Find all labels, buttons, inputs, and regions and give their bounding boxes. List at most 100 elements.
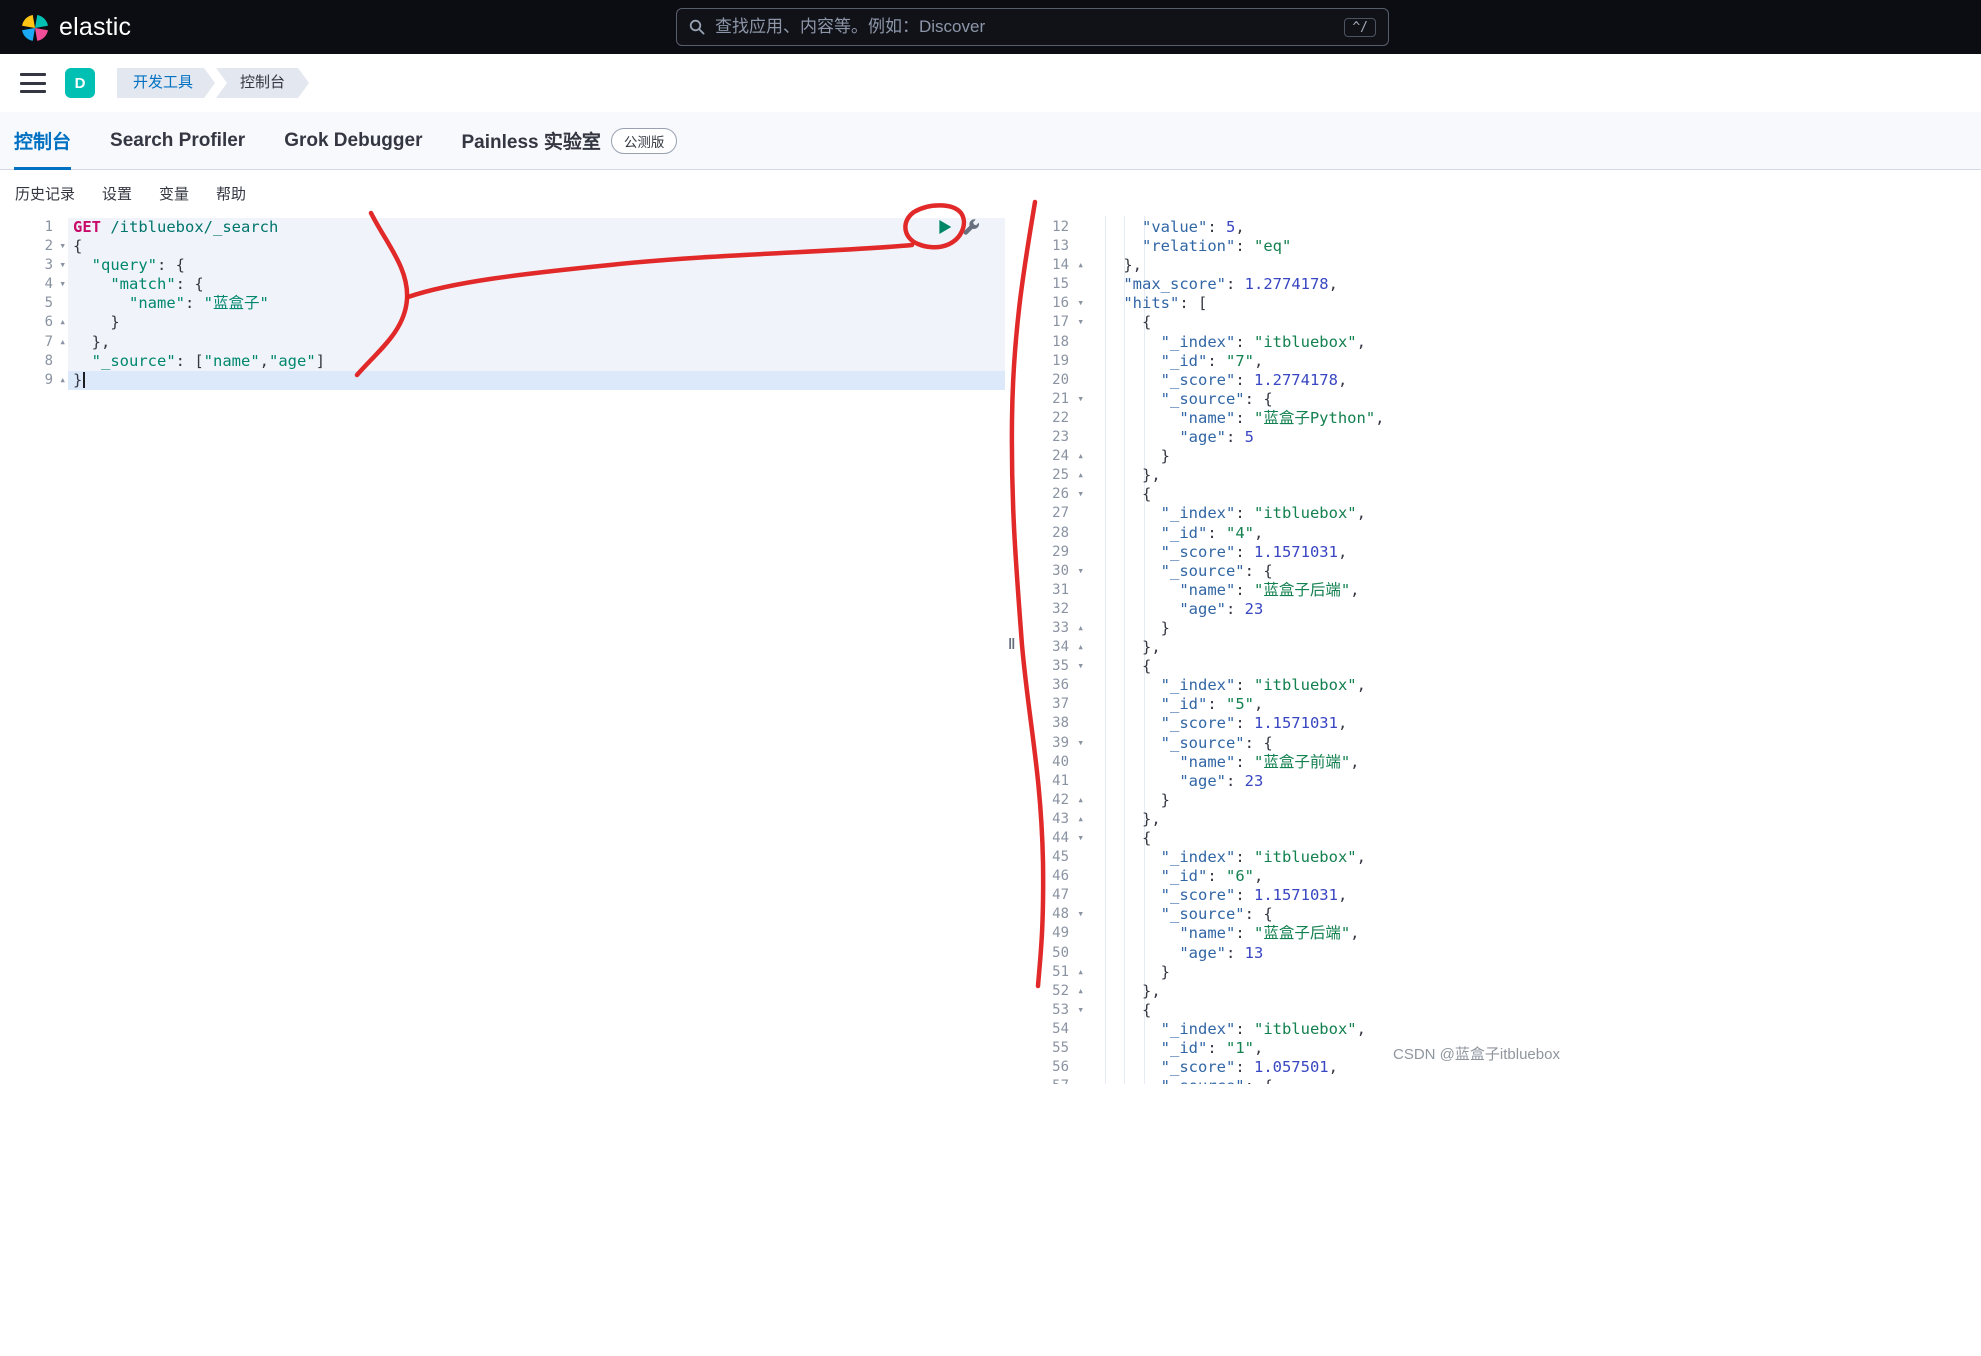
fold-expand-icon[interactable]: ▴ — [1077, 618, 1084, 637]
help-button[interactable]: 帮助 — [216, 183, 246, 204]
fold-collapse-icon[interactable]: ▾ — [1077, 484, 1084, 503]
tab-grok-debugger[interactable]: Grok Debugger — [284, 112, 422, 169]
line-number: 31 — [1052, 581, 1069, 598]
line-number: 29 — [1052, 543, 1069, 560]
line-number: 43 ▴ — [1052, 809, 1084, 828]
request-options-button[interactable] — [962, 218, 980, 236]
settings-button[interactable]: 设置 — [102, 183, 132, 204]
fold-expand-icon[interactable]: ▴ — [1077, 637, 1084, 656]
code-line: 38 "_score": 1.1571031, — [1040, 714, 1981, 733]
code-line: 51 ▴ } — [1040, 963, 1981, 982]
code-line: 15 "max_score": 1.2774178, — [1040, 275, 1981, 294]
fold-expand-icon[interactable]: ▴ — [1077, 790, 1084, 809]
fold-expand-icon[interactable]: ▴ — [1077, 255, 1084, 274]
console-toolbar: 历史记录 设置 变量 帮助 — [0, 170, 1981, 216]
panel-divider: ‖ — [1005, 216, 1040, 1084]
fold-expand-icon[interactable]: ▴ — [1077, 446, 1084, 465]
code-line: 19 "_id": "7", — [1040, 352, 1981, 371]
history-button[interactable]: 历史记录 — [15, 183, 75, 204]
fold-expand-icon[interactable]: ▴ — [59, 332, 66, 351]
menu-icon[interactable] — [20, 73, 46, 93]
fold-collapse-icon[interactable]: ▾ — [59, 236, 66, 255]
fold-expand-icon[interactable]: ▴ — [59, 370, 66, 389]
line-number: 2 ▾ — [44, 236, 66, 255]
code-line[interactable]: 7 ▴ }, — [0, 332, 1005, 352]
code-line[interactable]: 2 ▾{ — [0, 236, 1005, 257]
code-line: 48 ▾ "_source": { — [1040, 905, 1981, 924]
breadcrumb-console[interactable]: 控制台 — [216, 68, 309, 98]
play-icon — [939, 220, 952, 234]
line-number: 16 ▾ — [1052, 293, 1084, 312]
line-number: 55 — [1052, 1040, 1069, 1057]
fold-collapse-icon[interactable]: ▾ — [59, 274, 66, 293]
code-line[interactable]: 3 ▾ "query": { — [0, 255, 1005, 276]
line-number: 1 — [44, 219, 53, 235]
code-line: 13 "relation": "eq" — [1040, 237, 1981, 256]
line-number: 23 — [1052, 429, 1069, 446]
fold-collapse-icon[interactable]: ▾ — [1077, 561, 1084, 580]
line-number: 57▾ — [1040, 1077, 1086, 1084]
variables-button[interactable]: 变量 — [159, 183, 189, 204]
breadcrumb-bar: D 开发工具 控制台 — [0, 54, 1981, 112]
line-number: 26 ▾ — [1052, 484, 1084, 503]
deployment-badge[interactable]: D — [65, 68, 95, 98]
line-number: 8 — [44, 352, 53, 369]
line-number: 50 — [1052, 944, 1069, 961]
code-line: 20 "_score": 1.2774178, — [1040, 371, 1981, 390]
fold-expand-icon[interactable]: ▴ — [1077, 809, 1084, 828]
line-number: 32 — [1052, 600, 1069, 617]
fold-expand-icon[interactable]: ▴ — [1077, 465, 1084, 484]
code-line: 34 ▴ }, — [1040, 638, 1981, 657]
fold-expand-icon[interactable]: ▴ — [59, 312, 66, 331]
fold-collapse-icon[interactable]: ▾ — [1077, 312, 1084, 331]
fold-expand-icon[interactable]: ▴ — [1077, 962, 1084, 981]
line-number: 52 ▴ — [1052, 981, 1084, 1000]
fold-collapse-icon[interactable]: ▾ — [1077, 1076, 1084, 1084]
code-line: 26 ▾ { — [1040, 485, 1981, 504]
fold-collapse-icon[interactable]: ▾ — [1077, 904, 1084, 923]
tab-painless-lab[interactable]: Painless 实验室 公测版 — [462, 112, 678, 169]
breadcrumb-dev-tools[interactable]: 开发工具 — [117, 68, 215, 98]
line-number: 36 — [1052, 677, 1069, 694]
tab-label: Grok Debugger — [284, 129, 423, 151]
search-input[interactable] — [715, 17, 1345, 37]
line-number: 53 ▾ — [1052, 1000, 1084, 1019]
dev-tools-tabs: 控制台 Search Profiler Grok Debugger Painle… — [0, 112, 1981, 170]
fold-collapse-icon[interactable]: ▾ — [59, 255, 66, 274]
request-editor[interactable]: 1 GET /itbluebox/_search 2 ▾{3 ▾ "query": {4… — [0, 216, 1005, 1084]
code-line: 46 "_id": "6", — [1040, 867, 1981, 886]
code-line: 25 ▴ }, — [1040, 466, 1981, 485]
code-line: 37 "_id": "5", — [1040, 695, 1981, 714]
line-number: 28 — [1052, 524, 1069, 541]
code-line[interactable]: 8 "_source": ["name","age"] — [0, 351, 1005, 371]
fold-collapse-icon[interactable]: ▾ — [1077, 733, 1084, 752]
code-line: 18 "_index": "itbluebox", — [1040, 333, 1981, 352]
code-line[interactable]: 5 "name": "蓝盒子" — [0, 294, 1005, 314]
code-line[interactable]: 9 ▴} — [0, 370, 1005, 390]
line-number: 47 — [1052, 887, 1069, 904]
tab-console[interactable]: 控制台 — [14, 112, 72, 170]
line-number: 17 ▾ — [1052, 312, 1084, 331]
fold-collapse-icon[interactable]: ▾ — [1077, 293, 1084, 312]
fold-collapse-icon[interactable]: ▾ — [1077, 1000, 1084, 1019]
line-number: 30 ▾ — [1052, 561, 1084, 580]
fold-collapse-icon[interactable]: ▾ — [1077, 389, 1084, 408]
code-line[interactable]: 1 GET /itbluebox/_search — [0, 218, 1005, 238]
tab-search-profiler[interactable]: Search Profiler — [110, 112, 245, 169]
line-number: 12 — [1052, 219, 1069, 235]
code-line: 39 ▾ "_source": { — [1040, 734, 1981, 753]
elastic-logo — [22, 15, 48, 41]
tab-label: Painless 实验室 — [461, 132, 601, 153]
code-line: 35 ▾ { — [1040, 657, 1981, 676]
fold-collapse-icon[interactable]: ▾ — [1077, 656, 1084, 675]
code-line[interactable]: 6 ▴ } — [0, 312, 1005, 333]
tab-label: 控制台 — [14, 132, 72, 153]
send-request-button[interactable] — [936, 218, 954, 236]
fold-expand-icon[interactable]: ▴ — [1077, 981, 1084, 1000]
line-number: 21 ▾ — [1052, 389, 1084, 408]
code-line[interactable]: 4 ▾ "match": { — [0, 274, 1005, 295]
beta-badge: 公测版 — [610, 127, 678, 154]
panel-resize-handle[interactable]: ‖ — [1008, 636, 1015, 653]
fold-collapse-icon[interactable]: ▾ — [1077, 828, 1084, 847]
global-search-bar[interactable]: ^/ — [676, 8, 1389, 46]
